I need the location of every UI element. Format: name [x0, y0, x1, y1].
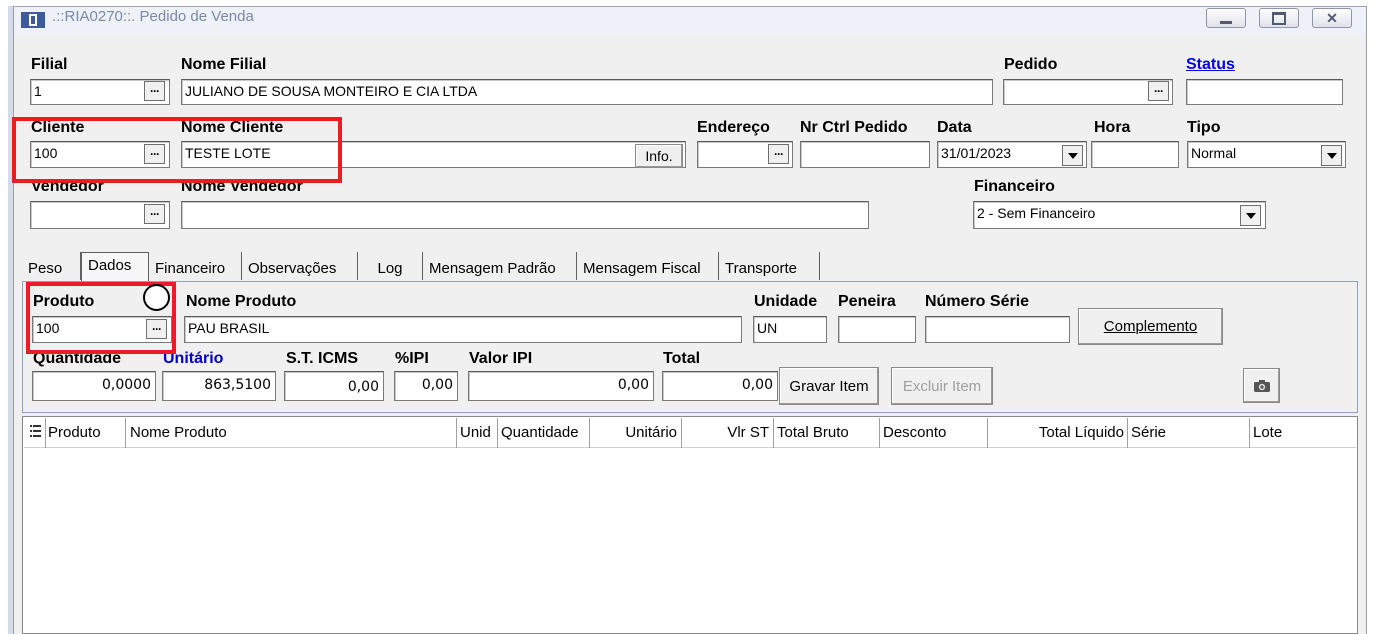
nome-filial-field[interactable]: JULIANO DE SOUSA MONTEIRO E CIA LTDA	[181, 79, 993, 105]
col-total-bruto[interactable]: Total Bruto	[774, 418, 880, 448]
maximize-button[interactable]	[1259, 8, 1299, 28]
valor-ipi-label: Valor IPI	[469, 350, 533, 367]
valor-ipi-field[interactable]: 0,00	[468, 371, 654, 401]
complemento-button[interactable]: Complemento	[1078, 308, 1223, 345]
tab-mensagem-fiscal[interactable]: Mensagem Fiscal	[577, 252, 719, 280]
col-nome-produto[interactable]: Nome Produto	[126, 418, 457, 448]
tab-financeiro[interactable]: Financeiro	[149, 252, 242, 280]
items-grid-header: Produto Nome Produto Unid Quantidade Uni…	[24, 418, 1356, 448]
col-quantidade[interactable]: Quantidade	[498, 418, 590, 448]
filial-lookup-button[interactable]: ···	[144, 81, 165, 101]
gravar-item-button[interactable]: Gravar Item	[779, 367, 879, 405]
pedido-lookup-button[interactable]: ···	[1148, 81, 1169, 101]
financeiro-label: Financeiro	[974, 178, 1055, 195]
col-lote[interactable]: Lote	[1250, 418, 1356, 448]
col-total-liquido[interactable]: Total Líquido	[988, 418, 1128, 448]
camera-button[interactable]	[1243, 368, 1280, 403]
tab-bar: Peso Dados Financeiro Observações Log Me…	[22, 252, 820, 281]
tab-observacoes[interactable]: Observações	[242, 252, 358, 280]
list-icon	[30, 425, 41, 437]
col-vlr-st[interactable]: Vlr ST	[682, 418, 774, 448]
st-icms-field[interactable]: 0,00	[284, 371, 384, 401]
status-field[interactable]	[1186, 79, 1343, 105]
peneira-label: Peneira	[838, 293, 896, 310]
filial-label: Filial	[31, 56, 68, 73]
nr-ctrl-pedido-label: Nr Ctrl Pedido	[800, 119, 908, 136]
tab-log[interactable]: Log	[358, 252, 423, 280]
cursor-circle-icon	[143, 284, 170, 311]
app-icon	[21, 12, 45, 28]
data-label: Data	[937, 119, 972, 136]
endereco-lookup-button[interactable]: ···	[768, 144, 789, 164]
tab-peso[interactable]: Peso	[22, 252, 81, 280]
st-icms-label: S.T. ICMS	[286, 350, 359, 367]
close-button[interactable]: ✕	[1312, 8, 1352, 28]
financeiro-select[interactable]: 2 - Sem Financeiro	[973, 201, 1266, 229]
maximize-icon	[1272, 11, 1286, 25]
numero-serie-label: Número Série	[925, 293, 1030, 310]
cliente-info-button[interactable]: Info.	[635, 144, 683, 168]
unitario-field[interactable]: 863,5100	[162, 371, 276, 401]
col-desconto[interactable]: Desconto	[880, 418, 988, 448]
unidade-label: Unidade	[754, 293, 818, 310]
quantidade-field[interactable]: 0,0000	[32, 371, 156, 401]
unidade-field[interactable]: UN	[753, 316, 827, 343]
endereco-label: Endereço	[697, 119, 770, 136]
hora-label: Hora	[1094, 119, 1131, 136]
peneira-field[interactable]	[838, 316, 916, 343]
vendedor-lookup-button[interactable]: ···	[144, 204, 165, 224]
nome-produto-field[interactable]: PAU BRASIL	[184, 316, 742, 343]
tab-mensagem-padrao[interactable]: Mensagem Padrão	[423, 252, 577, 280]
excluir-item-button[interactable]: Excluir Item	[891, 367, 993, 405]
window-right-edge	[1366, 6, 1384, 634]
nome-vendedor-field[interactable]	[181, 201, 869, 229]
tipo-label: Tipo	[1187, 119, 1221, 136]
total-field[interactable]: 0,00	[662, 371, 778, 401]
pedido-label: Pedido	[1004, 56, 1058, 73]
numero-serie-field[interactable]	[925, 316, 1070, 343]
close-icon: ✕	[1326, 9, 1338, 26]
camera-icon	[1253, 379, 1270, 392]
minimize-icon	[1220, 20, 1232, 24]
tipo-dropdown-button[interactable]	[1321, 145, 1342, 166]
items-grid[interactable]	[22, 416, 1358, 634]
col-unid[interactable]: Unid	[457, 418, 498, 448]
financeiro-dropdown-button[interactable]	[1240, 205, 1261, 226]
ipi-pct-field[interactable]: 0,00	[394, 371, 458, 401]
tab-transporte[interactable]: Transporte	[719, 252, 820, 280]
col-produto[interactable]: Produto	[46, 418, 126, 448]
nome-filial-label: Nome Filial	[181, 56, 267, 73]
col-serie[interactable]: Série	[1128, 418, 1250, 448]
cliente-highlight-box	[12, 117, 342, 183]
nome-produto-label: Nome Produto	[186, 293, 297, 310]
ipi-pct-label: %IPI	[395, 350, 429, 367]
col-unitario[interactable]: Unitário	[590, 418, 682, 448]
data-dropdown-button[interactable]	[1062, 145, 1083, 166]
status-link[interactable]: Status	[1186, 56, 1235, 74]
hora-field[interactable]	[1091, 141, 1179, 168]
minimize-button[interactable]	[1206, 8, 1246, 28]
nr-ctrl-pedido-field[interactable]	[800, 141, 930, 168]
window-title: .::RIA0270::. Pedido de Venda	[52, 8, 254, 25]
total-label: Total	[663, 350, 701, 367]
grid-menu-icon[interactable]	[24, 418, 46, 448]
tab-dados[interactable]: Dados	[81, 252, 149, 281]
